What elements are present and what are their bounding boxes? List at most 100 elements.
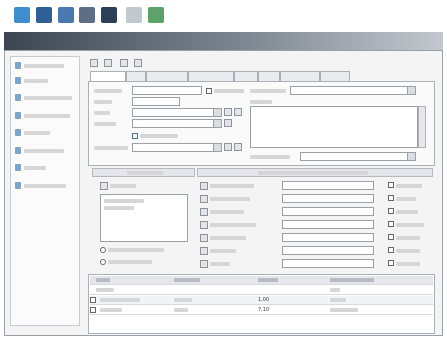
row-select-checkbox[interactable] [90,297,96,303]
grid-row[interactable]: 1,00 [90,296,433,305]
nav-item-icon [15,112,21,119]
row-checkbox[interactable] [388,234,394,240]
row-button[interactable] [200,182,208,190]
row-field[interactable] [282,233,374,242]
document-icon[interactable] [79,7,95,23]
row-select-checkbox[interactable] [90,307,96,313]
edit-document-icon[interactable] [58,7,74,23]
checkbox[interactable] [206,88,212,94]
nav-item[interactable] [15,111,77,121]
field-label [94,100,112,104]
tab[interactable] [320,71,350,81]
row-button[interactable] [200,208,208,216]
form-icon[interactable] [90,59,98,67]
tab[interactable] [258,71,280,81]
column-header[interactable] [330,278,374,282]
column-header[interactable] [174,278,200,282]
row-field[interactable] [282,194,374,203]
chevron-down-icon[interactable] [407,87,415,94]
row-field[interactable] [282,220,374,229]
listbox-item[interactable] [104,206,134,210]
chevron-down-icon[interactable] [213,144,221,151]
lookup-button[interactable] [234,108,242,116]
lookup-button[interactable] [234,143,242,151]
form-icon[interactable] [104,59,112,67]
new-record-icon[interactable] [14,7,30,23]
dropdown-button[interactable] [100,182,108,190]
column-header[interactable] [96,278,110,282]
row-button[interactable] [200,260,208,268]
grid-cell [174,298,192,302]
nav-item[interactable] [15,93,77,103]
checkbox[interactable] [132,133,138,139]
row-checkbox[interactable] [388,260,394,266]
form-dropdown[interactable] [132,108,222,117]
nav-item[interactable] [15,76,77,86]
form-icon[interactable] [120,59,128,67]
nav-item-icon [15,164,21,171]
row-field[interactable] [282,246,374,255]
notes-textarea[interactable] [250,106,418,148]
grid-cell: 1,00 [258,297,270,303]
nav-item-icon [15,62,21,69]
radio-label [108,260,152,264]
copy-icon[interactable] [126,7,142,23]
row-button[interactable] [200,247,208,255]
row-checkbox-label [396,210,418,214]
row-checkbox[interactable] [388,208,394,214]
row-checkbox-label [396,184,422,188]
nav-item-label [24,131,50,135]
radio-button[interactable] [100,259,106,265]
chevron-down-icon[interactable] [213,120,221,127]
column-header[interactable] [258,278,278,282]
field-label [250,89,286,93]
form-dropdown[interactable] [132,119,222,128]
form-field[interactable] [132,86,202,95]
item-listbox[interactable] [100,194,188,242]
tab[interactable] [146,71,188,81]
binoculars-icon[interactable] [36,7,52,23]
section-header-label [127,171,163,175]
grid-cell [100,308,122,312]
nav-item-label [24,149,64,153]
row-checkbox[interactable] [388,195,394,201]
checkbox-label [140,134,178,138]
row-button[interactable] [200,221,208,229]
tab[interactable] [188,71,234,81]
save-icon[interactable] [101,7,117,23]
row-button[interactable] [200,234,208,242]
form-dropdown[interactable] [300,152,416,161]
tab[interactable] [126,71,146,81]
help-icon[interactable] [148,7,164,23]
row-button[interactable] [200,195,208,203]
nav-item-label [24,96,72,100]
grid-row[interactable] [90,286,433,295]
form-field[interactable] [132,97,180,106]
radio-button[interactable] [100,247,106,253]
row-field[interactable] [282,207,374,216]
lookup-button[interactable] [224,108,232,116]
row-checkbox[interactable] [388,221,394,227]
lookup-button[interactable] [224,143,232,151]
chevron-down-icon[interactable] [407,153,415,160]
nav-item[interactable] [15,146,77,156]
row-field[interactable] [282,181,374,190]
nav-item-label [24,64,64,68]
listbox-item[interactable] [104,199,144,203]
form-dropdown[interactable] [132,143,222,152]
tab[interactable] [234,71,258,81]
nav-item[interactable] [15,163,77,173]
grid-row[interactable]: 7,10 [90,306,433,315]
chevron-down-icon[interactable] [213,109,221,116]
lookup-button[interactable] [224,119,232,127]
row-checkbox[interactable] [388,247,394,253]
row-checkbox[interactable] [388,182,394,188]
nav-item[interactable] [15,128,77,138]
nav-item[interactable] [15,181,77,191]
form-icon[interactable] [134,59,142,67]
nav-item[interactable] [15,61,77,71]
tab[interactable] [280,71,320,81]
row-field[interactable] [282,259,374,268]
form-dropdown[interactable] [290,86,416,95]
scrollbar[interactable] [418,106,426,148]
